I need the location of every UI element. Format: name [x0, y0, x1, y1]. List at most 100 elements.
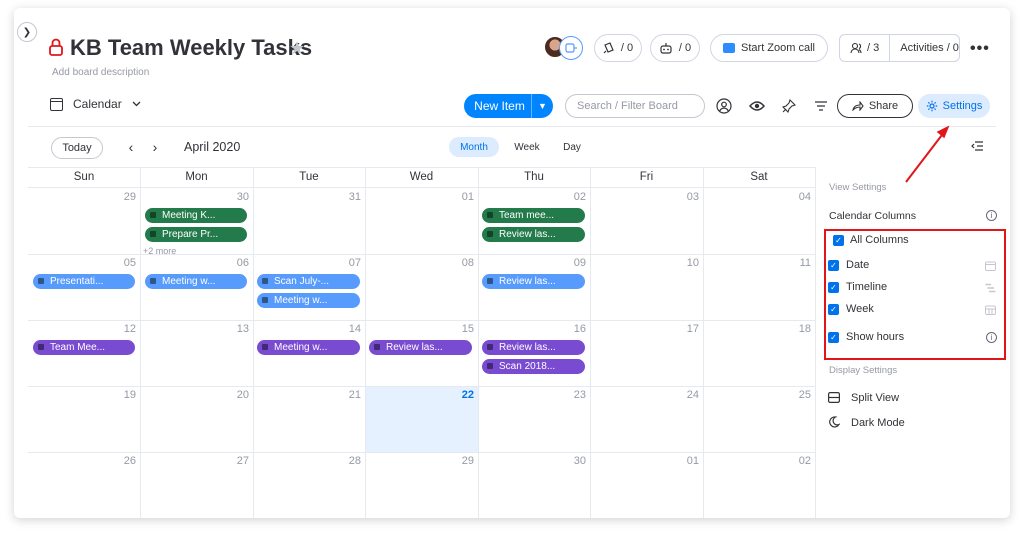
day-number[interactable]: 16 — [556, 323, 586, 335]
view-switcher[interactable]: Calendar — [50, 97, 141, 111]
day-number[interactable]: 12 — [106, 323, 136, 335]
day-number[interactable]: 23 — [556, 389, 586, 401]
integrations-counter-button[interactable]: / 0 — [650, 34, 700, 62]
calendar-event[interactable]: Scan 2018... — [482, 359, 585, 374]
calendar-icon — [262, 297, 268, 303]
calendar-event[interactable]: Review las... — [369, 340, 472, 355]
calendar-event[interactable]: Meeting w... — [257, 293, 360, 308]
favorite-star-icon[interactable]: ★ — [289, 38, 305, 59]
start-zoom-call-button[interactable]: Start Zoom call — [710, 34, 828, 62]
event-label: Review las... — [386, 342, 443, 353]
day-number[interactable]: 21 — [331, 389, 361, 401]
pin-icon[interactable] — [780, 97, 798, 115]
date-label[interactable]: Date — [846, 259, 869, 271]
day-number[interactable]: 29 — [106, 191, 136, 203]
info-icon[interactable]: i — [986, 210, 997, 221]
day-number[interactable]: 31 — [331, 191, 361, 203]
calendar-event[interactable]: Review las... — [482, 274, 585, 289]
week-checkbox[interactable]: ✓ — [828, 304, 839, 315]
sort-filter-icon[interactable] — [812, 97, 830, 115]
day-number[interactable]: 27 — [219, 455, 249, 467]
event-label: Presentati... — [50, 276, 104, 287]
tab-day[interactable]: Day — [555, 137, 589, 157]
divider — [478, 167, 479, 518]
invite-member-icon[interactable] — [559, 36, 583, 60]
day-number[interactable]: 28 — [331, 455, 361, 467]
board-members[interactable] — [544, 36, 584, 60]
calendar-event[interactable]: Meeting K... — [145, 208, 247, 223]
day-number[interactable]: 02 — [781, 455, 811, 467]
calendar-event[interactable]: Team Mee... — [33, 340, 135, 355]
more-events-link[interactable]: +2 more — [143, 246, 176, 256]
day-number[interactable]: 02 — [556, 191, 586, 203]
more-options-icon[interactable]: ••• — [970, 40, 990, 58]
day-number[interactable]: 10 — [669, 257, 699, 269]
show-hours-label[interactable]: Show hours — [846, 331, 904, 343]
activities-button[interactable]: Activities / 0 — [900, 42, 959, 54]
day-number[interactable]: 30 — [219, 191, 249, 203]
person-filter-icon[interactable] — [715, 97, 733, 115]
calendar-event[interactable]: Prepare Pr... — [145, 227, 247, 242]
day-number[interactable]: 20 — [219, 389, 249, 401]
day-number[interactable]: 04 — [781, 191, 811, 203]
event-label: Scan 2018... — [499, 361, 556, 372]
calendar-event[interactable]: Review las... — [482, 340, 585, 355]
day-number[interactable]: 17 — [669, 323, 699, 335]
day-number[interactable]: 19 — [106, 389, 136, 401]
new-item-button[interactable]: New Item ▼ — [464, 94, 553, 118]
calendar-event[interactable]: Review las... — [482, 227, 585, 242]
calendar-event[interactable]: Meeting w... — [145, 274, 247, 289]
day-number[interactable]: 15 — [444, 323, 474, 335]
search-filter-input[interactable] — [565, 94, 705, 118]
day-number[interactable]: 01 — [669, 455, 699, 467]
day-number[interactable]: 26 — [106, 455, 136, 467]
board-title[interactable]: KB Team Weekly Tasks — [70, 35, 312, 61]
today-button[interactable]: Today — [51, 137, 103, 159]
day-number[interactable]: 24 — [669, 389, 699, 401]
split-view-option[interactable]: Split View — [851, 392, 899, 404]
day-number[interactable]: 13 — [219, 323, 249, 335]
board-description[interactable]: Add board description — [52, 67, 149, 78]
share-button[interactable]: Share — [837, 94, 913, 118]
day-number[interactable]: 25 — [781, 389, 811, 401]
day-number[interactable]: 07 — [331, 257, 361, 269]
calendar-event[interactable]: Scan July-... — [257, 274, 360, 289]
day-number[interactable]: 09 — [556, 257, 586, 269]
tab-month[interactable]: Month — [449, 137, 499, 157]
day-number[interactable]: 18 — [781, 323, 811, 335]
timeline-label[interactable]: Timeline — [846, 281, 887, 293]
day-number[interactable]: 05 — [106, 257, 136, 269]
info-icon[interactable]: i — [986, 332, 997, 343]
eye-icon[interactable] — [748, 97, 766, 115]
dark-mode-option[interactable]: Dark Mode — [851, 417, 905, 429]
chevron-down-icon[interactable]: ▼ — [531, 94, 553, 118]
tab-week[interactable]: Week — [506, 137, 548, 157]
day-number[interactable]: 30 — [556, 455, 586, 467]
show-hours-checkbox[interactable]: ✓ — [828, 332, 839, 343]
day-number[interactable]: 14 — [331, 323, 361, 335]
lock-icon — [49, 38, 63, 56]
settings-button[interactable]: Settings — [918, 94, 990, 118]
date-checkbox[interactable]: ✓ — [828, 260, 839, 271]
next-month-button[interactable]: › — [149, 139, 161, 155]
day-number[interactable]: 06 — [219, 257, 249, 269]
persons-button[interactable]: / 3 — [850, 42, 879, 54]
all-columns-checkbox[interactable]: ✓ — [833, 235, 844, 246]
day-number[interactable]: 29 — [444, 455, 474, 467]
day-number[interactable]: 08 — [444, 257, 474, 269]
updates-counter-button[interactable]: / 0 — [594, 34, 642, 62]
timeline-checkbox[interactable]: ✓ — [828, 282, 839, 293]
expand-sidebar-button[interactable]: ❯ — [17, 22, 37, 42]
day-number[interactable]: 11 — [781, 257, 811, 269]
gear-icon — [926, 100, 937, 112]
calendar-event[interactable]: Meeting w... — [257, 340, 360, 355]
previous-month-button[interactable]: ‹ — [125, 139, 137, 155]
collapse-panel-icon[interactable] — [971, 140, 984, 154]
day-number[interactable]: 03 — [669, 191, 699, 203]
all-columns-label[interactable]: All Columns — [850, 234, 909, 246]
week-label[interactable]: Week — [846, 303, 874, 315]
today-day-number[interactable]: 22 — [444, 389, 474, 401]
calendar-event[interactable]: Presentati... — [33, 274, 135, 289]
day-number[interactable]: 01 — [444, 191, 474, 203]
calendar-event[interactable]: Team mee... — [482, 208, 585, 223]
